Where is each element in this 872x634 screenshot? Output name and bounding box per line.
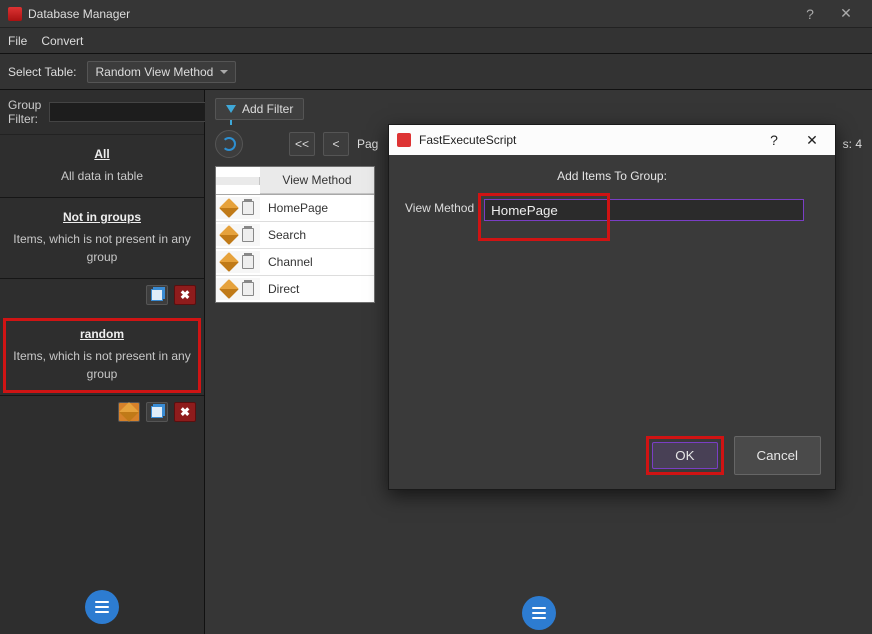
table-row[interactable]: Channel [216,249,374,276]
refresh-icon [222,137,236,151]
group-random[interactable]: random Items, which is not present in an… [0,315,204,396]
group-not-desc: Items, which is not present in any group [8,230,196,266]
page-label: Pag [357,137,378,151]
group-not-title: Not in groups [8,210,196,224]
view-method-input[interactable] [484,199,804,221]
pencil-icon[interactable] [219,225,239,245]
menu-convert[interactable]: Convert [41,34,83,48]
pencil-icon[interactable] [219,252,239,272]
first-page-button[interactable]: << [289,132,315,156]
dialog-titlebar: FastExecuteScript ? ✕ [389,125,835,155]
table-row[interactable]: HomePage [216,195,374,222]
add-filter-label: Add Filter [242,102,293,116]
dialog-title: FastExecuteScript [419,133,516,147]
dialog-close-button[interactable]: ✕ [797,132,827,149]
menu-file[interactable]: File [8,34,27,48]
window-title: Database Manager [28,7,130,21]
pencil-icon[interactable] [219,198,239,218]
prev-page-button[interactable]: < [323,132,349,156]
items-count: s: 4 [843,137,862,151]
group-random-desc: Items, which is not present in any group [8,347,196,383]
group-all[interactable]: All All data in table [0,135,204,198]
refresh-button[interactable] [215,130,243,158]
trash-icon[interactable] [242,201,254,215]
delete-icon: ✖ [180,288,190,302]
app-icon [8,7,22,21]
pencil-icon [119,402,139,422]
copy-icon [151,406,163,418]
field-label-view-method: View Method [405,199,474,215]
group-random-title: random [8,327,196,341]
sidebar-list-button[interactable] [85,590,119,624]
copy-group-button-2[interactable] [146,402,168,422]
help-button[interactable]: ? [792,6,828,22]
copy-icon [151,289,163,301]
list-icon [95,601,109,613]
ok-highlight: OK [646,436,723,475]
delete-group-button[interactable]: ✖ [174,285,196,305]
dialog-heading: Add Items To Group: [405,169,819,183]
pencil-icon[interactable] [219,279,239,299]
ok-button[interactable]: OK [652,442,717,469]
edit-group-button[interactable] [118,402,140,422]
add-items-dialog: FastExecuteScript ? ✕ Add Items To Group… [388,124,836,490]
group-random-actions: ✖ [0,396,204,432]
group-all-desc: All data in table [8,167,196,185]
cell: Direct [260,276,374,302]
trash-icon[interactable] [242,282,254,296]
table-row[interactable]: Direct [216,276,374,302]
trash-icon[interactable] [242,228,254,242]
trash-icon[interactable] [242,255,254,269]
menubar: File Convert [0,28,872,54]
table-row[interactable]: Search [216,222,374,249]
data-table: View Method HomePage Search Channel Dire… [215,166,375,303]
group-not-in-groups[interactable]: Not in groups Items, which is not presen… [0,198,204,279]
cell: Search [260,222,374,248]
group-not-actions: ✖ [0,279,204,315]
cancel-button[interactable]: Cancel [734,436,822,475]
select-table-label: Select Table: [8,65,77,79]
copy-group-button[interactable] [146,285,168,305]
table-dropdown-value: Random View Method [96,65,214,79]
group-all-title: All [8,147,196,161]
delete-icon: ✖ [180,405,190,419]
add-filter-button[interactable]: Add Filter [215,98,304,120]
delete-group-button-2[interactable]: ✖ [174,402,196,422]
list-icon [532,607,546,619]
dialog-app-icon [397,133,411,147]
funnel-icon [226,105,236,113]
close-button[interactable]: ✕ [828,5,864,22]
sidebar: Group Filter: All All data in table Not … [0,90,205,634]
dialog-help-button[interactable]: ? [759,132,789,148]
group-filter-label: Group Filter: [8,98,41,126]
table-dropdown[interactable]: Random View Method [87,61,237,83]
cell: HomePage [260,195,374,221]
select-bar: Select Table: Random View Method [0,54,872,90]
cell: Channel [260,249,374,275]
main-list-button[interactable] [522,596,556,630]
titlebar: Database Manager ? ✕ [0,0,872,28]
table-header[interactable]: View Method [260,167,374,194]
